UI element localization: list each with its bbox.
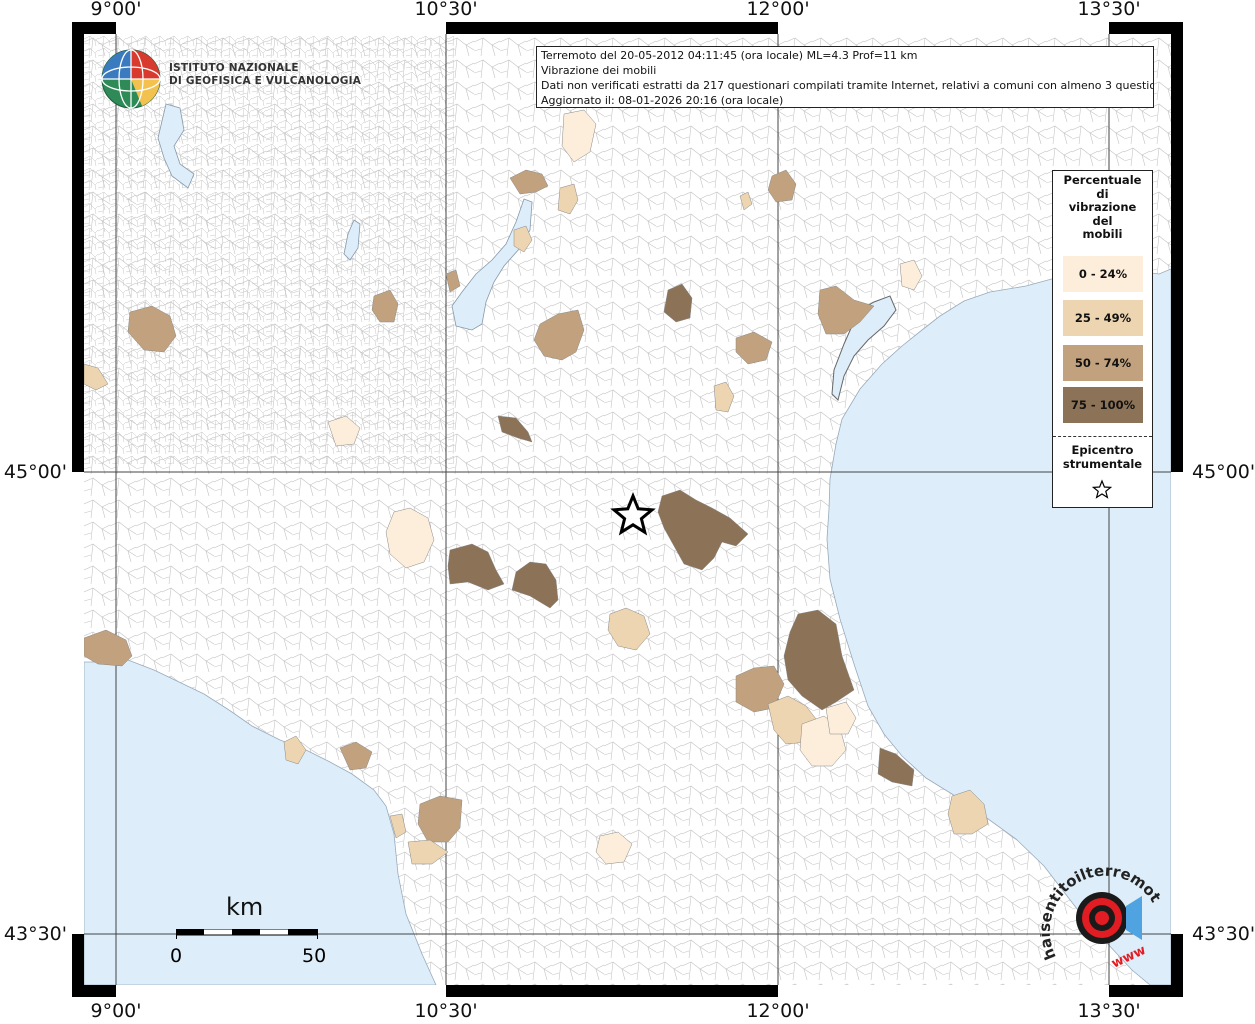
legend-epicenter-line: Epicentro [1071,443,1134,457]
scale-unit: km [226,893,264,921]
legend-title-line: del [1092,213,1113,228]
lon-label-bottom: 13°30' [1077,1000,1141,1022]
lat-label-left: 43°30' [3,923,67,945]
scale-end: 50 [302,945,327,967]
scale-bar-graphic [176,929,318,939]
map-svg [84,34,1171,985]
lat-label-right: 43°30' [1192,923,1255,945]
ingv-name: ISTITUTO NAZIONALE DI GEOFISICA E VULCAN… [169,62,361,88]
legend-class-label: 25 - 49% [1074,311,1132,325]
ingv-name-line2: DI GEOFISICA E VULCANOLOGIA [169,75,362,87]
frame-tick [116,985,446,997]
lat-label-right: 45°00' [1192,461,1255,483]
earthquake-info-box: Terremoto del 20-05-2012 04:11:45 (ora l… [536,46,1154,108]
update-timestamp: Aggiornato il: 08-01-2026 20:16 (ora loc… [541,94,784,107]
legend-divider [1053,436,1152,437]
lon-label-bottom: 12°00' [746,1000,810,1022]
lon-label-top: 13°30' [1077,0,1141,20]
legend-epicenter-line: strumentale [1062,457,1143,471]
legend-class-25-49: 25 - 49% [1063,300,1143,336]
ingv-globe-icon [100,48,162,114]
legend-title-line: Percentuale [1063,173,1142,187]
lat-label-left: 45°00' [3,461,67,483]
lon-label-bottom: 10°30' [414,1000,478,1022]
map-subject: Vibrazione dei mobili [541,64,657,77]
hst-target-icon: haisentitoilterremoto.it www [1035,846,1165,979]
legend-title: Percentuale di vibrazione del mobili [1053,173,1152,242]
legend-class-75-100: 75 - 100% [1063,387,1143,423]
frame-tick [1171,472,1183,934]
legend-epicenter-label: Epicentro strumentale [1053,443,1152,471]
legend-title-line: mobili [1082,227,1123,241]
frame-tick [778,985,1109,997]
legend: Percentuale di vibrazione del mobili 0 -… [1052,170,1153,508]
legend-class-label: 0 - 24% [1078,267,1128,281]
legend-title-line: di [1096,186,1109,201]
legend-class-label: 75 - 100% [1070,398,1136,412]
data-disclaimer: Dati non verificati estratti da 217 ques… [541,79,1154,92]
legend-class-label: 50 - 74% [1074,356,1132,370]
scale-start: 0 [170,945,183,967]
lon-label-bottom: 9°00' [90,1000,142,1022]
map-canvas[interactable] [84,34,1171,985]
legend-class-0-24: 0 - 24% [1063,256,1143,292]
legend-class-50-74: 50 - 74% [1063,345,1143,381]
frame-tick [778,22,1109,34]
ingv-name-line1: ISTITUTO NAZIONALE [169,62,299,74]
lon-label-top: 12°00' [746,0,810,20]
frame-tick [72,472,84,934]
lon-label-top: 9°00' [90,0,142,20]
hst-logo-www: www [1109,943,1148,972]
scale-bar: km 0 50 [170,893,326,973]
legend-title-line: vibrazione [1068,200,1137,214]
frame-tick [116,22,446,34]
lon-label-top: 10°30' [414,0,478,20]
legend-star-icon [1091,479,1113,504]
earthquake-title: Terremoto del 20-05-2012 04:11:45 (ora l… [541,49,918,62]
